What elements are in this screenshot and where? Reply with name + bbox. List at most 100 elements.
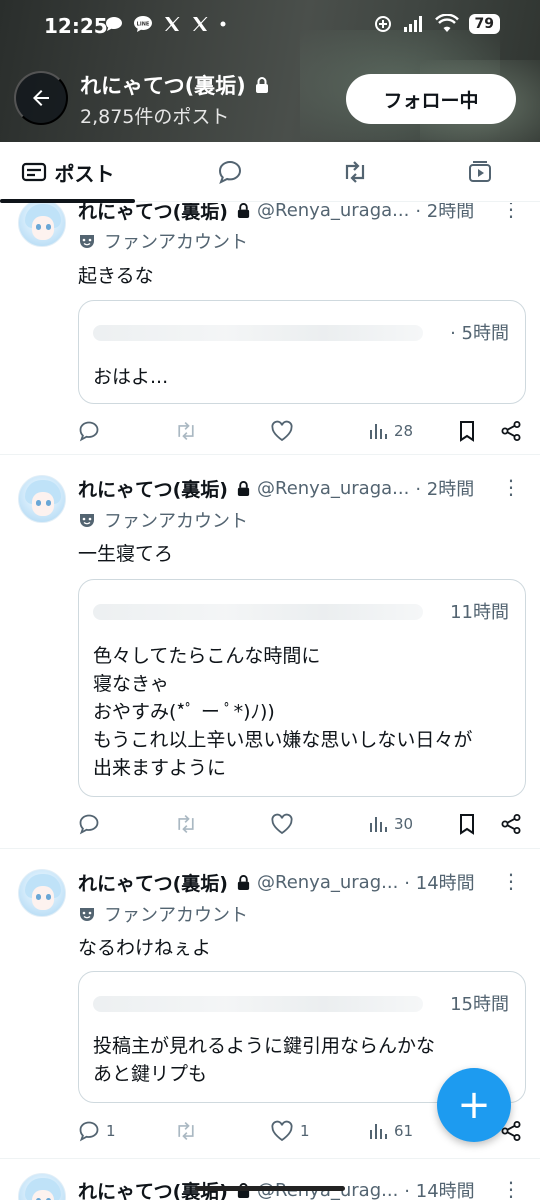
more-options-icon[interactable]: ⋮ [501,475,521,499]
quoted-post[interactable]: 11時間 色々してたらこんな時間に 寝なきゃ おやすみ(*ﾟ ー ﾟ*)ﾉ)) … [78,579,526,797]
author-name[interactable]: れにゃてつ(裏垢) [78,475,228,502]
views-button[interactable]: 30 [368,810,413,838]
following-button[interactable]: フォロー中 [346,74,516,124]
avatar[interactable] [18,203,66,247]
post-time[interactable]: · 14時間 [404,1177,474,1200]
profile-tabs: ポスト [0,142,540,203]
repost-button[interactable] [174,417,204,445]
author-name[interactable]: れにゃてつ(裏垢) [78,869,228,896]
theater-mask-icon [80,235,94,248]
repost-button[interactable] [174,1117,204,1145]
reply-button[interactable] [78,810,106,838]
post-header: れにゃてつ(裏垢) @Renya_urag... · 14時間 [78,869,520,895]
post[interactable]: れにゃてつ(裏垢) @Renya_uraga... · 2時間 ⋮ ファンアカウ… [0,455,540,849]
notification-icons: LINE [104,14,228,34]
reply-button[interactable] [78,417,106,445]
share-icon [501,421,521,441]
tab-media[interactable] [435,142,525,202]
quoted-post[interactable]: · 5時間 おはよ... [78,300,526,404]
bookmark-icon [460,421,474,442]
post[interactable]: れにゃてつ(裏垢) @Renya_uraga... · 2時間 ⋮ ファンアカウ… [0,203,540,455]
repost-button[interactable] [174,810,204,838]
battery-indicator: 79 [468,14,500,34]
bookmark-button[interactable] [458,810,476,838]
lock-icon [237,203,250,218]
profile-name: れにゃてつ(裏垢) [80,70,270,100]
lock-icon [237,480,250,496]
post-actions: 28 [78,417,526,445]
more-options-icon[interactable]: ⋮ [501,869,521,893]
repost-icon [178,1121,194,1141]
media-icon [469,161,491,182]
views-button[interactable]: 61 [368,1117,413,1145]
author-handle: @Renya_uraga... [257,477,410,499]
heart-icon [271,1120,293,1142]
views-chart-icon [370,1124,387,1139]
share-button[interactable] [500,810,522,838]
like-button[interactable] [270,417,300,445]
avatar[interactable] [18,869,66,917]
repost-icon [178,814,194,834]
system-status-icons: 79 [373,14,500,34]
reply-icon [79,1121,99,1142]
repost-icon [178,421,194,441]
share-icon [501,814,521,834]
back-button[interactable] [14,71,68,125]
quoted-author-blurred [93,996,423,1012]
more-options-icon[interactable]: ⋮ [501,203,521,221]
wifi-icon [434,14,459,32]
posts-icon [21,162,46,182]
post[interactable]: れにゃてつ(裏垢) @Renya_urag... · 14時間 ⋮ [0,1159,540,1200]
replies-icon [218,160,242,185]
lock-icon [237,874,250,890]
post-text: なるわけねぇよ [78,937,212,959]
quoted-post-time: 15時間 [450,994,509,1015]
bookmark-icon [460,814,474,835]
tab-reposts[interactable] [310,142,400,202]
profile-display-name: れにゃてつ(裏垢) [80,74,246,98]
avatar[interactable] [18,475,66,523]
data-saver-icon [374,16,391,32]
x-app-icon [165,17,180,31]
heart-icon [271,813,293,835]
view-count: 61 [394,1122,414,1140]
views-chart-icon [370,817,387,832]
post-header: れにゃてつ(裏垢) @Renya_uraga... · 2時間 [78,203,520,223]
theater-mask-icon [80,514,94,527]
share-button[interactable] [500,417,522,445]
home-indicator[interactable] [195,1186,345,1191]
post-time[interactable]: · 14時間 [404,869,474,895]
quoted-post-text: おはよ... [93,366,169,388]
more-options-icon[interactable]: ⋮ [501,1177,521,1200]
fan-account-badge: ファンアカウント [78,228,248,254]
views-button[interactable]: 28 [368,417,413,445]
reply-icon [79,421,99,442]
status-bar: 12:25 LINE 79 [0,0,540,54]
x-app-icon [193,17,208,31]
tab-replies[interactable] [185,142,275,202]
post-time[interactable]: · 2時間 [415,203,474,223]
chat-bubble-icon [106,17,122,31]
like-button[interactable]: 1 [270,1117,310,1145]
post-text: 一生寝てろ [78,543,174,565]
post-actions: 30 [78,810,526,838]
post-count: 2,875件のポスト [80,106,230,128]
tab-posts[interactable]: ポスト [0,142,135,203]
reply-count: 1 [106,1122,116,1140]
like-count: 1 [300,1122,310,1140]
svg-text:LINE: LINE [137,22,150,28]
views-chart-icon [370,424,387,439]
post-time[interactable]: · 2時間 [415,475,474,501]
compose-post-button[interactable]: + [437,1068,511,1142]
status-time: 12:25 [44,14,108,38]
author-name[interactable]: れにゃてつ(裏垢) [78,203,228,224]
quoted-post-header: 11時間 [93,598,509,624]
fan-account-badge: ファンアカウント [78,901,248,927]
like-button[interactable] [270,810,300,838]
reply-button[interactable]: 1 [78,1117,116,1145]
avatar[interactable] [18,1173,66,1200]
bookmark-button[interactable] [458,417,476,445]
view-count: 28 [394,422,414,440]
quoted-post-header: · 5時間 [93,319,509,345]
line-app-icon: LINE [134,16,152,32]
